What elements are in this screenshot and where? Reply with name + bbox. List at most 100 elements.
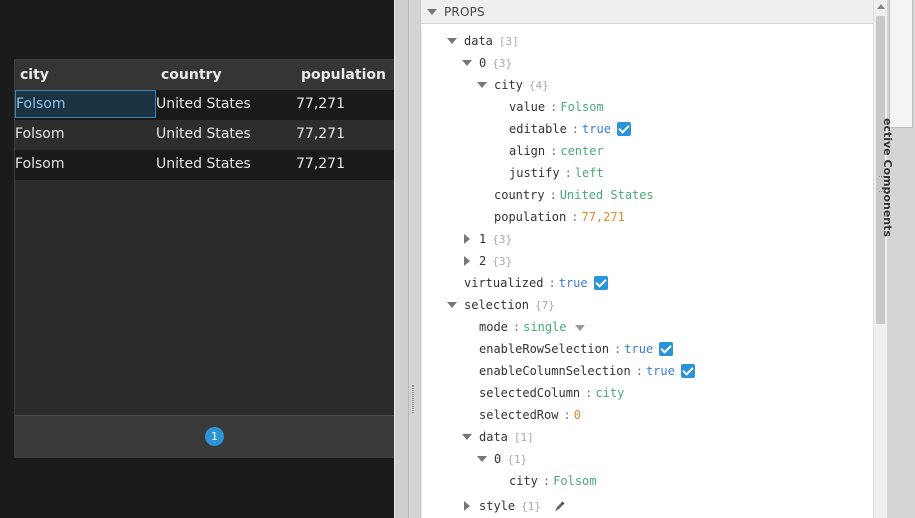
prop-count: {3} xyxy=(492,255,513,268)
cell-population[interactable]: 77,271 xyxy=(296,156,345,172)
prop-key: value xyxy=(509,100,546,114)
scroll-up-arrow-icon[interactable] xyxy=(877,4,885,9)
prop-value-text[interactable]: true xyxy=(624,342,653,356)
prop-key: city xyxy=(509,474,538,488)
prop-key: selectedColumn xyxy=(479,386,581,400)
prop-value-text[interactable]: 77,271 xyxy=(581,210,624,224)
column-header-country[interactable]: country xyxy=(161,67,222,83)
enable-column-selection-checkbox[interactable] xyxy=(680,363,695,378)
tree-node-data-0[interactable]: 0 {3} xyxy=(422,52,862,74)
prop-align[interactable]: align: center xyxy=(509,140,604,162)
prop-key: enableRowSelection xyxy=(479,342,610,356)
prop-selected-column[interactable]: selectedColumn: city xyxy=(479,382,624,404)
prop-value-text[interactable]: true xyxy=(646,364,675,378)
prop-key: virtualized xyxy=(464,276,544,290)
prop-value-text[interactable]: city xyxy=(595,386,624,400)
splitter-divider xyxy=(408,0,409,518)
tree-node-selection-data[interactable]: data [1] xyxy=(422,426,862,448)
prop-value[interactable]: value: Folsom xyxy=(509,96,604,118)
paint-brush-icon[interactable] xyxy=(554,501,565,512)
prop-justify[interactable]: justify: left xyxy=(509,162,604,184)
prop-count: {4} xyxy=(528,79,549,92)
dock-tab-perspective-components[interactable]: ective Components xyxy=(881,0,913,237)
prop-count: {3} xyxy=(492,233,513,246)
tree-node-style[interactable]: style {1} xyxy=(422,495,862,517)
tree-node-city[interactable]: city {4} xyxy=(422,74,862,96)
splitter-grip-icon[interactable] xyxy=(412,385,414,413)
editable-checkbox[interactable] xyxy=(616,121,631,136)
cell-city[interactable]: Folsom xyxy=(15,156,65,172)
prop-key: justify xyxy=(509,166,560,180)
props-tree: data [3] 0 {3} city {4} value: Folsom editab… xyxy=(421,25,874,518)
prop-key: selectedRow xyxy=(479,408,559,422)
prop-value-text[interactable]: Folsom xyxy=(553,474,596,488)
prop-value-text[interactable]: 0 xyxy=(574,408,581,422)
cell-population[interactable]: 77,271 xyxy=(296,126,345,142)
expand-caret-icon[interactable] xyxy=(462,434,472,440)
prop-value-text[interactable]: true xyxy=(559,276,588,290)
prop-value-text[interactable]: United States xyxy=(560,188,654,202)
panel-splitter[interactable] xyxy=(394,0,420,518)
props-section-header[interactable]: PROPS xyxy=(421,0,874,24)
prop-count: {3} xyxy=(492,57,513,70)
column-header-city[interactable]: city xyxy=(20,67,49,83)
prop-key: country xyxy=(494,188,545,202)
cell-country[interactable]: United States xyxy=(156,156,251,172)
table-component[interactable]: city country population Folsom United St… xyxy=(14,59,395,458)
cell-country[interactable]: United States xyxy=(156,96,251,112)
prop-mode[interactable]: mode: single xyxy=(479,316,585,338)
props-scrollbar[interactable] xyxy=(873,0,887,518)
page-1-button[interactable]: 1 xyxy=(205,427,224,446)
prop-count: {1} xyxy=(521,500,541,513)
expand-caret-icon[interactable] xyxy=(462,60,472,66)
tree-node-data-2[interactable]: 2 {3} xyxy=(422,250,862,272)
prop-key: mode xyxy=(479,320,508,334)
prop-value-text[interactable]: left xyxy=(575,166,604,180)
prop-key: 0 xyxy=(479,56,487,70)
prop-population[interactable]: population:77,271 xyxy=(494,206,625,228)
prop-value-text[interactable]: true xyxy=(582,122,611,136)
expand-caret-icon[interactable] xyxy=(464,234,470,244)
table-pager: 1 xyxy=(15,415,395,457)
cell-city: Folsom xyxy=(16,96,66,112)
table-row[interactable]: Folsom United States 77,271 xyxy=(15,120,395,150)
prop-value-text[interactable]: Folsom xyxy=(560,100,603,114)
prop-country[interactable]: country: United States xyxy=(494,184,654,206)
tree-node-selection-data-0[interactable]: 0 {1} xyxy=(422,448,862,470)
designer-canvas: city country population Folsom United St… xyxy=(0,0,395,518)
virtualized-checkbox[interactable] xyxy=(593,275,608,290)
expand-caret-icon[interactable] xyxy=(447,302,457,308)
props-title: PROPS xyxy=(444,5,485,19)
column-header-population[interactable]: population xyxy=(301,67,386,83)
prop-key: 2 xyxy=(479,254,487,268)
table-row[interactable]: Folsom United States 77,271 xyxy=(15,90,395,120)
prop-key: align xyxy=(509,144,546,158)
expand-caret-icon[interactable] xyxy=(464,256,470,266)
prop-count: [3] xyxy=(498,35,519,48)
cell-population[interactable]: 77,271 xyxy=(296,96,345,112)
tree-node-data[interactable]: data [3] xyxy=(422,30,862,52)
selected-cell[interactable]: Folsom xyxy=(15,90,156,118)
table-row[interactable]: Folsom United States 77,271 xyxy=(15,150,395,180)
prop-selection-city[interactable]: city: Folsom xyxy=(509,470,597,492)
expand-caret-icon[interactable] xyxy=(447,38,457,44)
enable-row-selection-checkbox[interactable] xyxy=(659,341,674,356)
prop-editable[interactable]: editable: true xyxy=(509,118,631,140)
prop-selected-row[interactable]: selectedRow:0 xyxy=(479,404,581,426)
prop-value-text[interactable]: center xyxy=(560,144,603,158)
cell-city[interactable]: Folsom xyxy=(15,126,65,142)
tree-node-selection[interactable]: selection {7} xyxy=(422,294,862,316)
dropdown-caret-icon[interactable] xyxy=(574,324,585,331)
expand-caret-icon[interactable] xyxy=(477,456,487,462)
prop-enable-column-selection[interactable]: enableColumnSelection: true xyxy=(479,360,695,382)
tree-node-data-1[interactable]: 1 {3} xyxy=(422,228,862,250)
prop-value-text[interactable]: single xyxy=(523,320,566,334)
collapse-caret-icon[interactable] xyxy=(427,9,437,15)
prop-key: 1 xyxy=(479,232,487,246)
prop-enable-row-selection[interactable]: enableRowSelection: true xyxy=(479,338,674,360)
prop-virtualized[interactable]: virtualized: true xyxy=(464,272,608,294)
expand-caret-icon[interactable] xyxy=(464,501,470,511)
cell-country[interactable]: United States xyxy=(156,126,251,142)
expand-caret-icon[interactable] xyxy=(477,82,487,88)
prop-key: city xyxy=(494,78,523,92)
